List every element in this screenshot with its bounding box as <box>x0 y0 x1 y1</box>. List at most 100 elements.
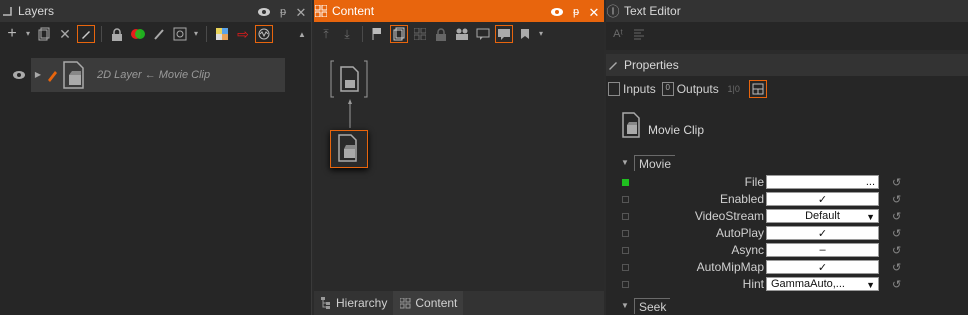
move-down-icon[interactable]: ⤓ <box>338 25 356 43</box>
layer-row[interactable]: ▶ 2D Layer ← Movie Clip <box>13 58 285 92</box>
property-row-file: File ... ↺ <box>620 174 950 190</box>
font-size-icon[interactable]: Aᵗ <box>609 25 627 43</box>
chevron-down-icon: ▼ <box>866 280 875 290</box>
reset-icon[interactable]: ↺ <box>892 261 901 274</box>
layer-label: 2D Layer ← Movie Clip <box>97 69 211 81</box>
active-indicator[interactable] <box>622 246 629 254</box>
async-checkbox[interactable]: – <box>766 243 879 257</box>
content-title: Content <box>332 4 375 18</box>
dropdown-value: GammaAuto,... <box>771 278 845 290</box>
edit-pencil-icon[interactable] <box>77 25 95 43</box>
section-label: Seek <box>634 298 671 314</box>
color-tag-icon[interactable] <box>129 25 147 43</box>
tab-label: Hierarchy <box>336 296 388 310</box>
content-titlebar: Content ᵽ ✕ <box>314 0 604 22</box>
flag-icon[interactable] <box>369 25 387 43</box>
chevron-down-icon[interactable]: ▾ <box>24 25 32 43</box>
tab-hierarchy[interactable]: Hierarchy <box>314 291 393 315</box>
inputs-icon <box>608 82 620 96</box>
movie-clip-icon <box>61 61 87 89</box>
active-indicator[interactable] <box>622 195 629 203</box>
reset-icon[interactable]: ↺ <box>892 210 901 223</box>
active-indicator[interactable] <box>622 280 629 288</box>
autoplay-checkbox[interactable]: ✓ <box>766 226 879 240</box>
close-icon[interactable]: ✕ <box>295 3 307 21</box>
eye-icon[interactable] <box>257 3 271 21</box>
hint-dropdown[interactable]: GammaAuto,... ▼ <box>766 277 879 291</box>
property-row-enabled: Enabled ✓ ↺ <box>620 191 950 207</box>
movie-clip-node[interactable] <box>330 130 368 168</box>
reset-icon[interactable]: ↺ <box>892 244 901 257</box>
active-indicator[interactable] <box>622 229 629 237</box>
pencil-icon <box>606 56 620 74</box>
lock-icon[interactable] <box>108 25 126 43</box>
comment-filled-icon[interactable] <box>495 25 513 43</box>
outputs-icon: 0 <box>661 82 674 96</box>
binary-icon[interactable]: 1|0 <box>725 80 743 98</box>
layer-color-icon[interactable] <box>213 25 231 43</box>
property-row-hint: Hint GammaAuto,... ▼ ↺ <box>620 276 950 292</box>
property-label: Hint <box>638 277 764 291</box>
reset-icon[interactable]: ↺ <box>892 227 901 240</box>
arrow-right-icon[interactable]: ⇨ <box>234 25 252 43</box>
reset-icon[interactable]: ↺ <box>892 278 901 291</box>
toolbar-divider <box>206 26 207 42</box>
text-editor-title: Text Editor <box>624 4 681 18</box>
content-panel: Content ᵽ ✕ ⤒ ⤓ ▾ Hierarchy Content <box>314 0 604 315</box>
mask-icon[interactable] <box>171 25 189 43</box>
active-indicator[interactable] <box>622 212 629 220</box>
videostream-dropdown[interactable]: Default ▼ <box>766 209 879 223</box>
comment-icon[interactable] <box>474 25 492 43</box>
active-indicator[interactable] <box>622 263 629 271</box>
reset-icon[interactable]: ↺ <box>892 193 901 206</box>
section-seek[interactable]: ▼ Seek <box>620 297 671 315</box>
close-icon[interactable]: ✕ <box>588 3 600 21</box>
content-toolbar: ⤒ ⤓ ▾ <box>314 22 604 46</box>
chevron-down-icon[interactable]: ▾ <box>537 25 545 43</box>
brush-icon[interactable] <box>150 25 168 43</box>
collapse-arrow-icon[interactable]: ▼ <box>620 154 630 172</box>
text-align-icon[interactable] <box>630 25 648 43</box>
chevron-down-icon[interactable]: ▾ <box>192 25 200 43</box>
waveform-icon[interactable] <box>255 25 273 43</box>
automipmap-checkbox[interactable]: ✓ <box>766 260 879 274</box>
expand-arrow-icon[interactable]: ▶ <box>33 66 43 84</box>
section-movie[interactable]: ▼ Movie <box>620 154 676 172</box>
pin-icon[interactable]: ᵽ <box>570 3 582 21</box>
layers-title: Layers <box>18 4 55 18</box>
active-indicator[interactable] <box>622 178 629 186</box>
toolbar-divider <box>101 26 102 42</box>
movie-clip-icon <box>620 112 642 138</box>
lock-icon[interactable] <box>432 25 450 43</box>
hierarchy-icon <box>320 294 332 312</box>
text-editor-panel: Ⓘ Text Editor Aᵗ <box>606 0 968 50</box>
visibility-eye-icon[interactable] <box>12 66 26 84</box>
duplicate-icon[interactable] <box>35 25 53 43</box>
file-field[interactable]: ... <box>766 175 879 189</box>
scroll-up-arrow-icon[interactable]: ▲ <box>297 26 307 44</box>
enabled-checkbox[interactable]: ✓ <box>766 192 879 206</box>
layout-icon[interactable] <box>748 80 767 98</box>
grid-view-icon[interactable] <box>411 25 429 43</box>
move-up-icon[interactable]: ⤒ <box>317 25 335 43</box>
tab-outputs[interactable]: 0 Outputs <box>661 82 719 96</box>
users-icon[interactable] <box>453 25 471 43</box>
delete-icon[interactable]: ✕ <box>56 25 74 43</box>
property-label: VideoStream <box>638 209 764 223</box>
collapse-arrow-icon[interactable]: ▼ <box>620 297 630 315</box>
properties-panel: Properties Inputs 0 Outputs 1|0 Movie Cl… <box>606 54 968 315</box>
dropdown-value: Default <box>805 210 840 222</box>
property-row-autoplay: AutoPlay ✓ ↺ <box>620 225 950 241</box>
browse-button[interactable]: ... <box>866 176 875 188</box>
parent-node[interactable] <box>330 60 368 98</box>
reset-icon[interactable]: ↺ <box>892 176 901 189</box>
edit-pencil-icon[interactable] <box>43 66 61 84</box>
add-icon[interactable]: + <box>3 25 21 43</box>
tab-content[interactable]: Content <box>393 291 464 315</box>
tab-inputs[interactable]: Inputs <box>608 82 656 96</box>
pin-icon[interactable]: ᵽ <box>277 3 289 21</box>
eye-icon[interactable] <box>550 3 564 21</box>
text-cursor-icon: Ⓘ <box>606 3 620 19</box>
pages-icon[interactable] <box>390 25 408 43</box>
bookmark-icon[interactable] <box>516 25 534 43</box>
